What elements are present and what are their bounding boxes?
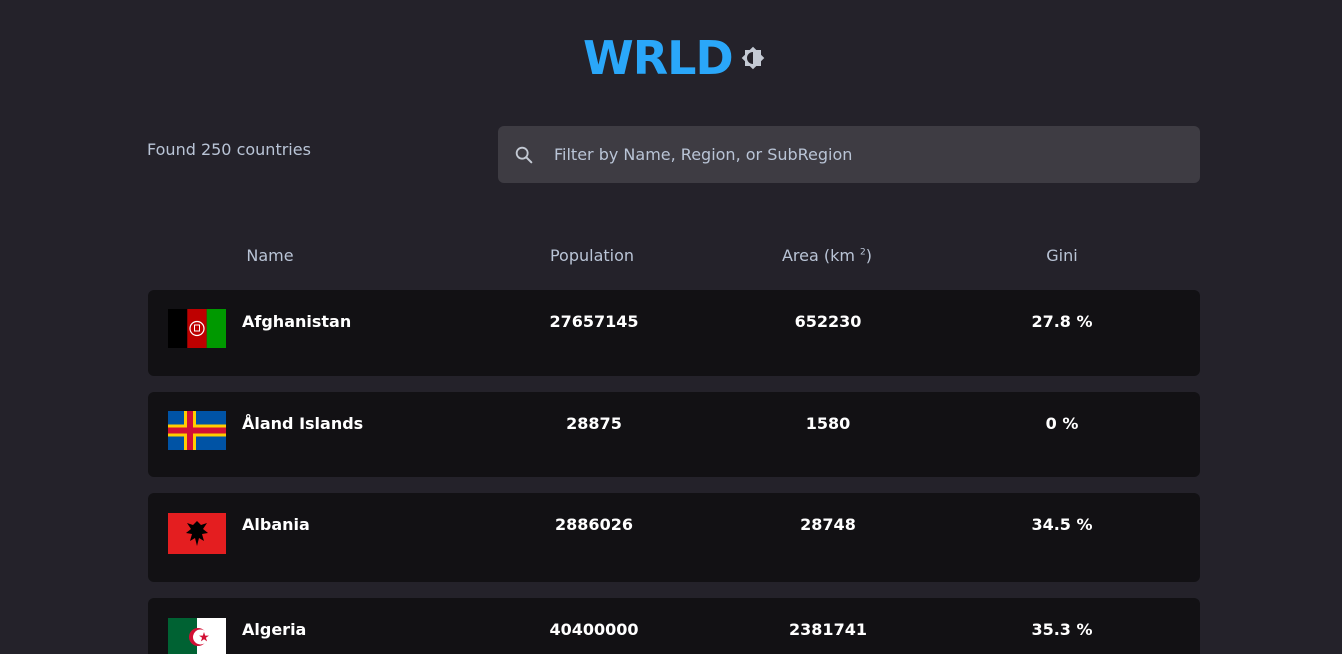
country-area: 652230 xyxy=(794,312,862,331)
column-header-area-label: Area (km xyxy=(781,246,855,265)
results-count: Found 250 countries xyxy=(147,140,311,159)
search-input[interactable] xyxy=(554,126,1184,183)
algeria-flag xyxy=(168,618,226,654)
country-name: Albania xyxy=(242,515,310,534)
column-header-population[interactable]: Population xyxy=(520,246,664,265)
country-name: Afghanistan xyxy=(242,312,352,331)
country-area: 28748 xyxy=(800,515,856,534)
country-gini: 0 % xyxy=(1045,414,1079,433)
afghanistan-flag xyxy=(168,309,226,348)
search-box[interactable] xyxy=(498,126,1200,183)
column-header-name-label: Name xyxy=(246,246,294,265)
column-header-population-label: Population xyxy=(549,246,635,265)
country-population: 2886026 xyxy=(555,515,633,534)
column-header-gini[interactable]: Gini xyxy=(1002,246,1122,265)
country-population: 40400000 xyxy=(549,620,639,639)
country-row[interactable]: Afghanistan 27657145 652230 27.8 % xyxy=(148,290,1200,376)
country-name: Algeria xyxy=(242,620,307,639)
column-header-area[interactable]: Area (km 2) xyxy=(742,246,912,265)
column-header-gini-label: Gini xyxy=(1046,246,1078,265)
search-icon xyxy=(515,146,533,164)
column-header-area-close: ) xyxy=(865,246,873,265)
aland-islands-flag xyxy=(168,411,226,450)
country-area: 1580 xyxy=(805,414,851,433)
country-population: 28875 xyxy=(566,414,622,433)
column-header-name[interactable]: Name xyxy=(210,246,330,265)
header: WRLD xyxy=(0,0,1342,110)
country-gini: 35.3 % xyxy=(1031,620,1093,639)
country-name: Åland Islands xyxy=(242,414,364,433)
country-row[interactable]: Åland Islands 28875 1580 0 % xyxy=(148,392,1200,477)
app-logo[interactable]: WRLD xyxy=(583,30,734,86)
country-gini: 27.8 % xyxy=(1031,312,1093,331)
country-gini: 34.5 % xyxy=(1031,515,1093,534)
theme-toggle-button[interactable] xyxy=(741,46,765,70)
albania-flag xyxy=(168,513,226,554)
country-population: 27657145 xyxy=(549,312,639,331)
brightness-icon xyxy=(741,46,765,70)
country-row[interactable]: Algeria 40400000 2381741 35.3 % xyxy=(148,598,1200,654)
country-row[interactable]: Albania 2886026 28748 34.5 % xyxy=(148,493,1200,582)
country-area: 2381741 xyxy=(789,620,867,639)
